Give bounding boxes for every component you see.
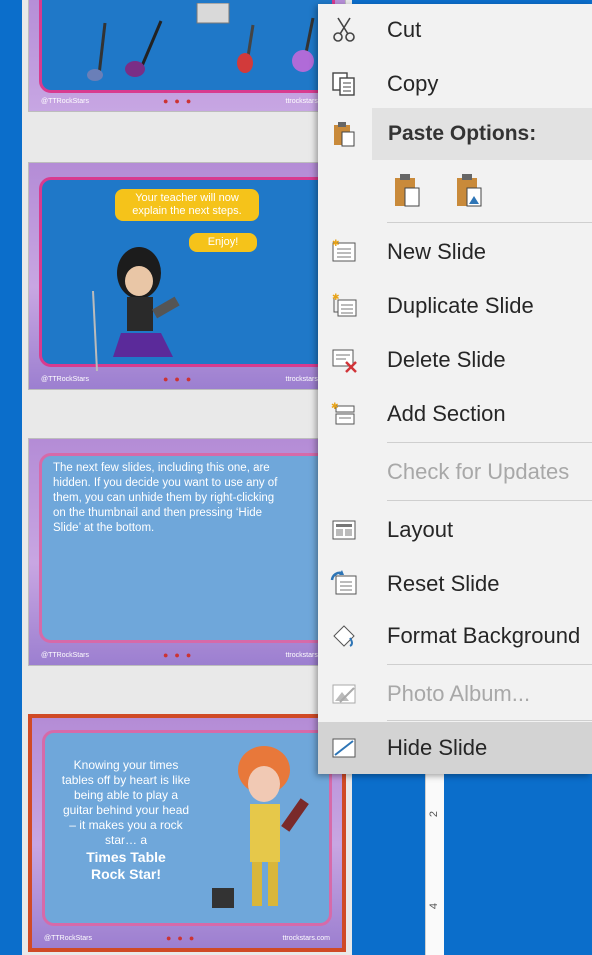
slide-thumbnail-1[interactable]: @TTRockStars ●●● ttrockstars.com [28,0,346,112]
scissors-icon [333,17,355,42]
slide-body-text: Knowing your times tables off by heart i… [58,758,194,883]
menu-item-cut[interactable]: Cut [318,4,592,56]
slide-footer: @TTRockStars ●●● ttrockstars.com [33,373,341,387]
footer-icons: ●●● [163,374,198,384]
slide-thumbnail-2[interactable]: Your teacher will now explain the next s… [28,162,346,390]
slide-footer: @TTRockStars ●●● ttrockstars.com [36,932,338,946]
duplicate-slide-icon: ✱ [332,293,357,317]
guitar-icon [237,24,255,73]
guitar-illustrations [87,3,315,81]
svg-text:✱: ✱ [332,293,340,303]
hide-slide-icon [332,738,356,758]
menu-separator [387,500,592,501]
format-background-icon [333,625,355,647]
slide-thumbnail-4[interactable]: Knowing your times tables off by heart i… [28,714,346,952]
menu-item-label: Hide Slide [387,735,488,760]
menu-item-label: Layout [387,517,454,542]
speech-bubble: Your teacher will now explain the next s… [115,189,259,221]
footer-handle: @TTRockStars [41,376,89,383]
menu-item-delete-slide[interactable]: Delete Slide [318,334,592,386]
slide-footer: @TTRockStars ●●● ttrockstars.com [33,95,341,109]
guitar-icon [87,22,107,81]
menu-separator [387,442,592,443]
footer-site: ttrockstars.com [282,935,330,942]
menu-item-add-section[interactable]: ✱ Add Section [318,388,592,440]
slide-thumbnail-pane: @TTRockStars ●●● ttrockstars.com Your te… [22,0,352,955]
delete-slide-icon [332,349,357,373]
menu-separator [387,720,592,721]
paste-option-buttons [387,164,587,220]
menu-item-label: Format Background [387,623,581,648]
svg-text:✱: ✱ [332,239,340,249]
menu-item-duplicate-slide[interactable]: ✱ Duplicate Slide [318,280,592,332]
paste-picture-icon[interactable] [453,172,487,212]
menu-item-format-background[interactable]: Format Background [318,610,592,662]
footer-handle: @TTRockStars [41,98,89,105]
slide-footer: @TTRockStars ●●● ttrockstars.com [33,649,341,663]
menu-item-label: Duplicate Slide [387,293,534,318]
slide-body-sentence: Knowing your times tables off by heart i… [61,758,191,847]
menu-item-layout[interactable]: Layout [318,504,592,556]
footer-handle: @TTRockStars [41,652,89,659]
slide-headline: Times Table Rock Star! [86,849,166,882]
ruler-mark: 4 [428,902,441,910]
photo-album-icon [332,684,356,704]
menu-item-reset-slide[interactable]: Reset Slide [318,558,592,610]
guitar-icon [125,20,163,77]
footer-icons: ●●● [166,933,201,943]
speech-bubble: Enjoy! [189,233,257,252]
menu-separator [387,222,592,223]
guitar-icon [292,17,315,72]
slide-body-text: The next few slides, including this one,… [53,462,278,534]
guitar-icon [196,3,230,24]
menu-item-label: Delete Slide [387,347,506,372]
new-slide-icon: ✱ [332,239,356,262]
menu-item-label: Cut [387,17,422,42]
menu-item-photo-album: Photo Album... [318,668,592,720]
reset-slide-icon [330,570,357,595]
menu-item-copy[interactable]: Copy [318,58,592,110]
layout-icon [332,520,356,540]
paste-options-header: Paste Options: [372,108,592,160]
menu-item-label: Reset Slide [387,571,500,596]
menu-item-new-slide[interactable]: ✱ New Slide [318,226,592,278]
menu-item-label: Photo Album... [387,681,531,706]
ruler-mark: 2 [428,810,441,818]
rock-star-character [92,247,180,372]
menu-item-hide-slide[interactable]: Hide Slide [318,722,592,774]
vertical-ruler: 2 4 [425,760,444,955]
add-section-icon: ✱ [331,402,355,425]
menu-item-check-for-updates: Check for Updates [318,446,592,498]
menu-item-label: New Slide [387,239,487,264]
menu-item-label: Check for Updates [387,459,570,484]
menu-separator [387,664,592,665]
menu-item-label: Copy [387,71,439,96]
slide-thumbnail-3[interactable]: The next few slides, including this one,… [28,438,346,666]
paste-options-label: Paste Options: [388,122,537,145]
footer-icons: ●●● [163,96,198,106]
footer-handle: @TTRockStars [44,935,92,942]
footer-icons: ●●● [163,650,198,660]
paste-keep-formatting-icon[interactable] [391,172,425,212]
rock-star-character [212,746,309,908]
menu-item-label: Add Section [387,401,506,426]
clipboard-icon [334,122,355,147]
context-menu: Cut Copy Paste Options: ✱ New Slide ✱ Du… [318,4,592,774]
copy-icon [332,72,355,96]
svg-text:✱: ✱ [331,402,339,412]
